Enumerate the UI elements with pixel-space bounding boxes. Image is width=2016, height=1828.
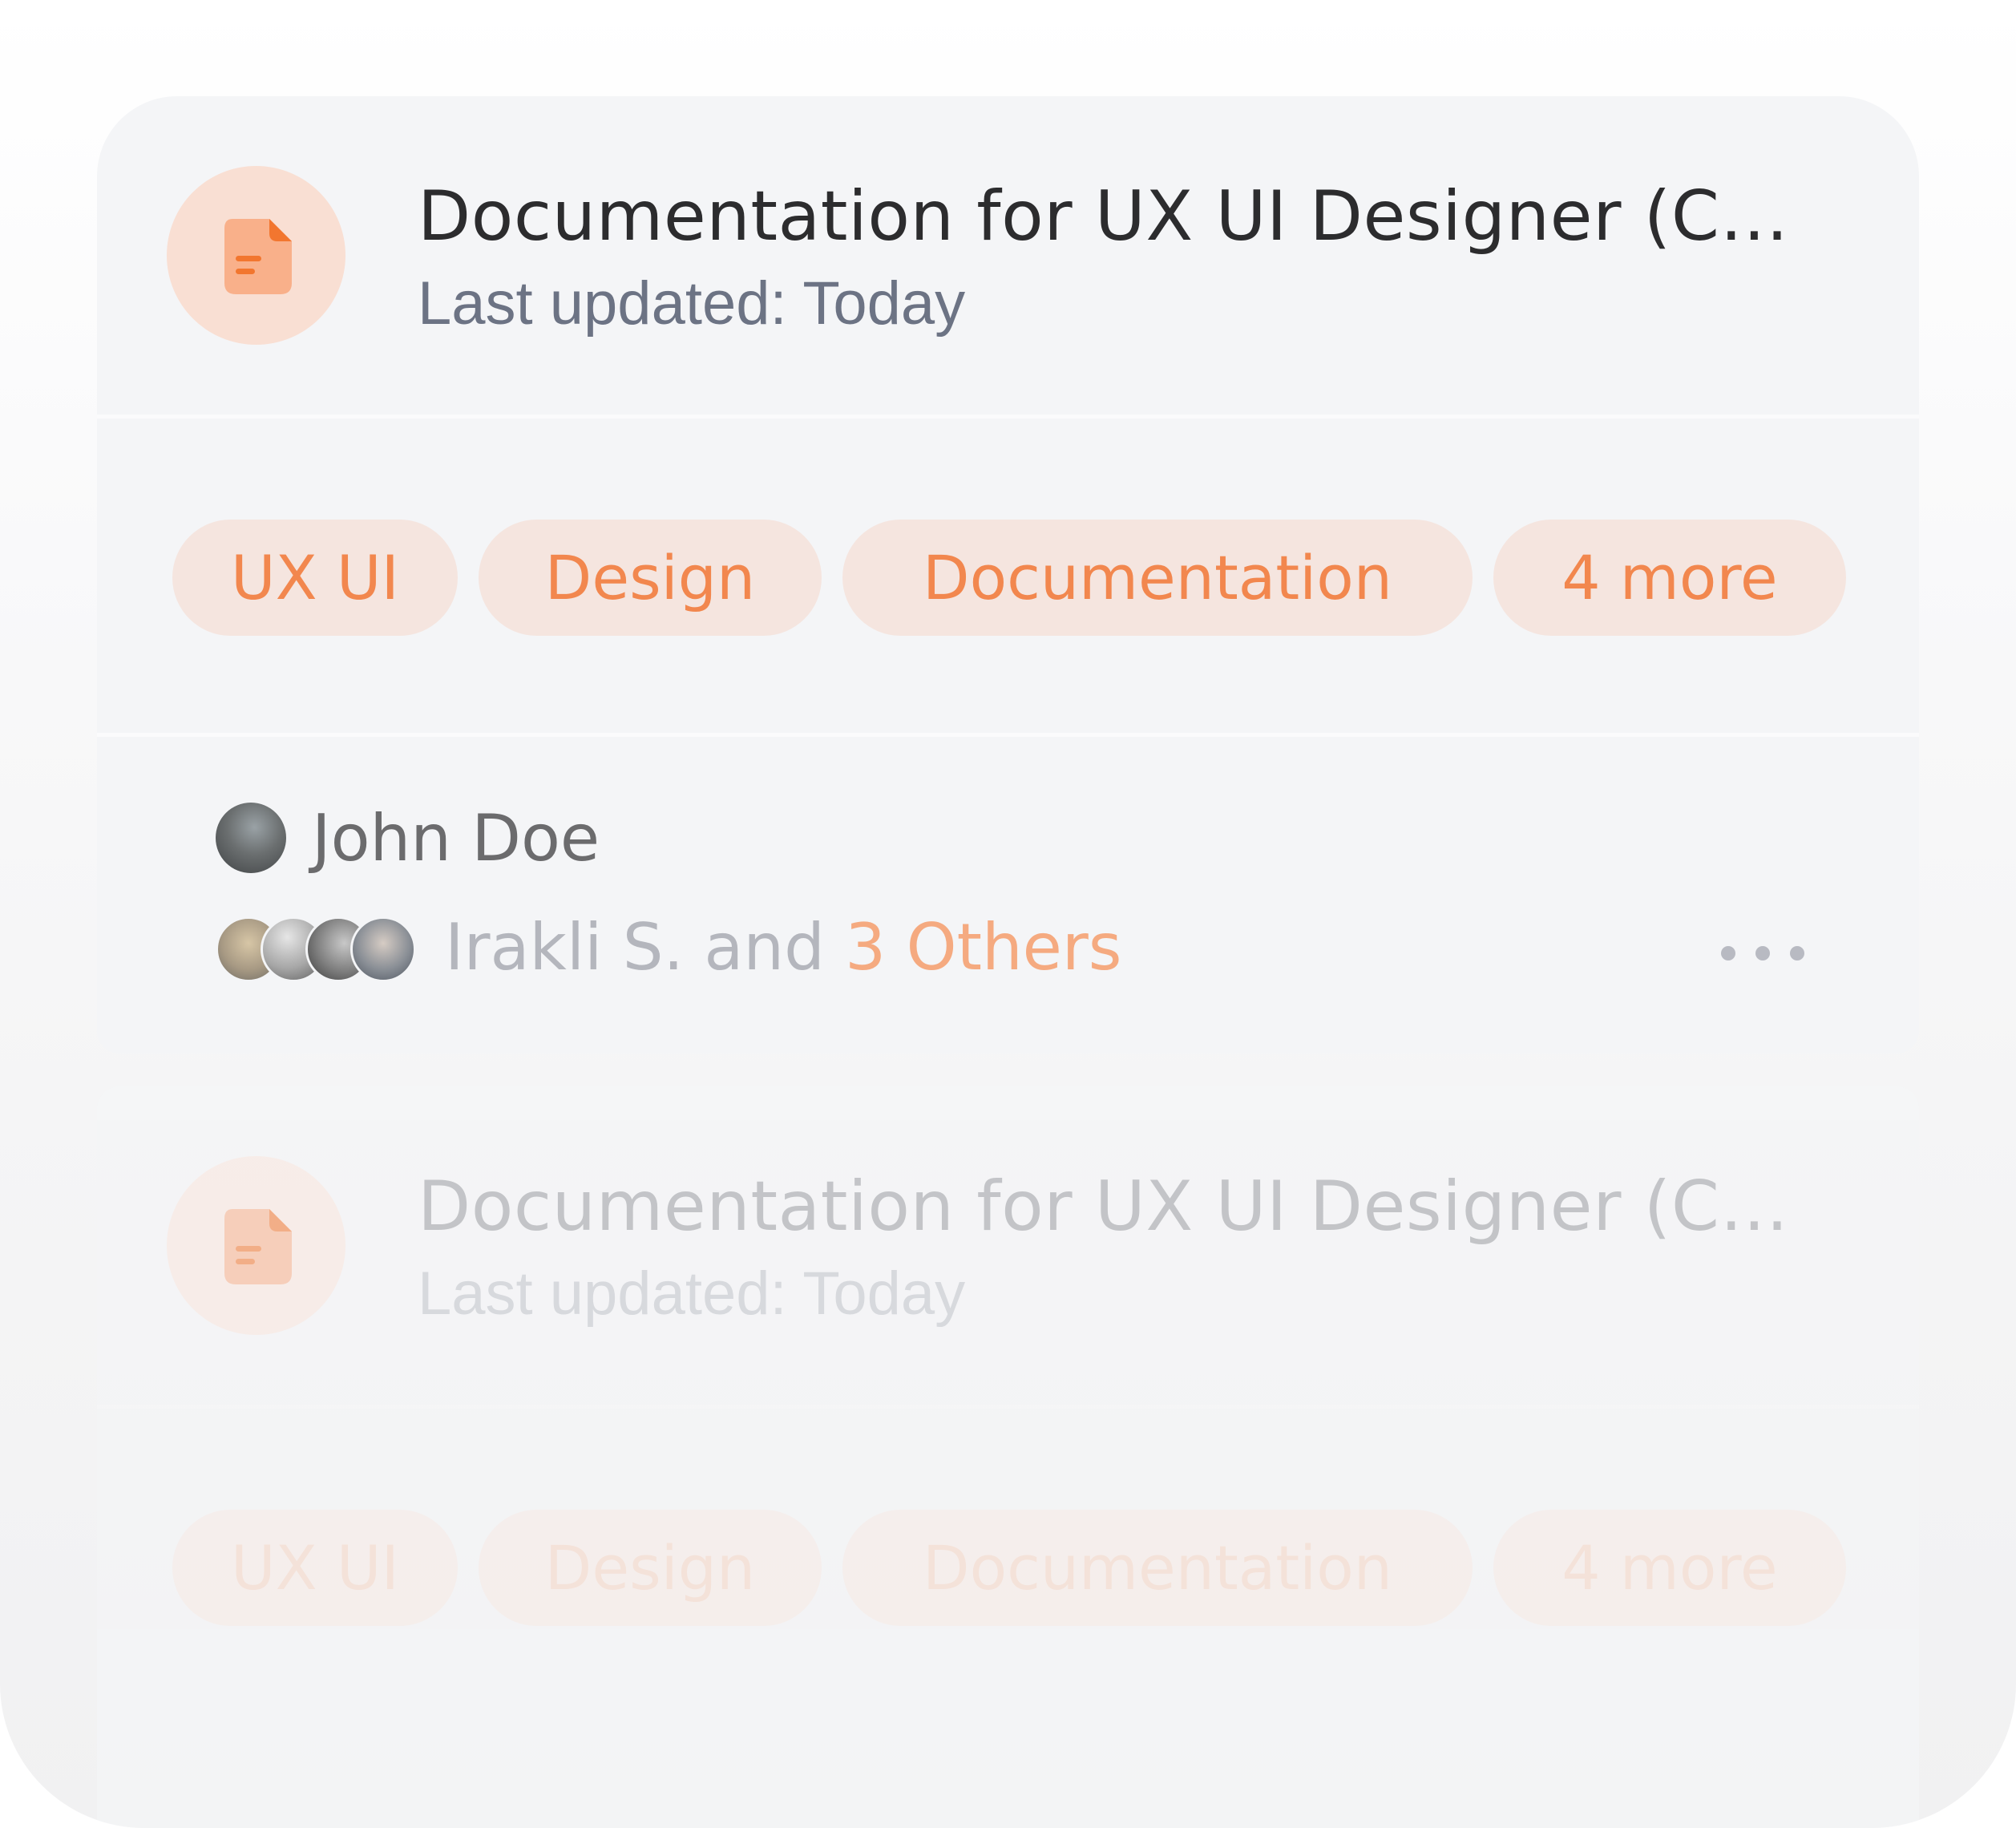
tag-row: UX UI Design Documentation 4 more xyxy=(97,415,1919,734)
document-card[interactable]: Documentation for UX UI Designer (Compan… xyxy=(97,1086,1919,1828)
owner-avatar[interactable] xyxy=(216,803,286,873)
document-list-panel: Documentation for UX UI Designer (Compan… xyxy=(0,0,2016,1828)
document-card[interactable]: Documentation for UX UI Designer (Compan… xyxy=(97,96,1919,1054)
document-title[interactable]: Documentation for UX UI Designer (Compan… xyxy=(418,176,1828,257)
tag-row: UX UI Design Documentation 4 more xyxy=(97,1405,1919,1724)
collaborators-others-link[interactable]: 3 Others xyxy=(845,910,1121,985)
tag-more[interactable]: 4 more xyxy=(1493,1510,1846,1626)
tag-design[interactable]: Design xyxy=(479,1510,822,1626)
tag-documentation[interactable]: Documentation xyxy=(842,520,1473,636)
more-options-button[interactable] xyxy=(1721,941,1804,965)
last-updated-label: Last updated: Today xyxy=(418,269,966,338)
more-dots-icon xyxy=(1721,946,1735,961)
document-icon-badge xyxy=(167,166,345,345)
last-updated-label: Last updated: Today xyxy=(418,1260,966,1328)
more-dots-icon xyxy=(1790,946,1804,961)
owner-name[interactable]: John Doe xyxy=(312,801,600,876)
document-title[interactable]: Documentation for UX UI Designer (Compan… xyxy=(418,1167,1828,1247)
document-header: Documentation for UX UI Designer (Compan… xyxy=(97,1086,1919,1401)
document-icon xyxy=(224,1209,292,1284)
tag-more[interactable]: 4 more xyxy=(1493,520,1846,636)
collaborator-avatars[interactable] xyxy=(216,916,416,982)
document-header: Documentation for UX UI Designer (Compan… xyxy=(97,96,1919,411)
document-icon-badge xyxy=(167,1156,345,1335)
avatar xyxy=(350,916,416,982)
tag-ux-ui[interactable]: UX UI xyxy=(172,1510,458,1626)
tag-ux-ui[interactable]: UX UI xyxy=(172,520,458,636)
collaborators-prefix: Irakli S. and xyxy=(445,910,846,985)
people-row: John Doe Irakli S. and 3 Others xyxy=(97,733,1919,1054)
more-dots-icon xyxy=(1755,946,1770,961)
tag-documentation[interactable]: Documentation xyxy=(842,1510,1473,1626)
document-icon xyxy=(224,219,292,294)
tag-design[interactable]: Design xyxy=(479,520,822,636)
collaborators-label: Irakli S. and 3 Others xyxy=(445,910,1121,985)
